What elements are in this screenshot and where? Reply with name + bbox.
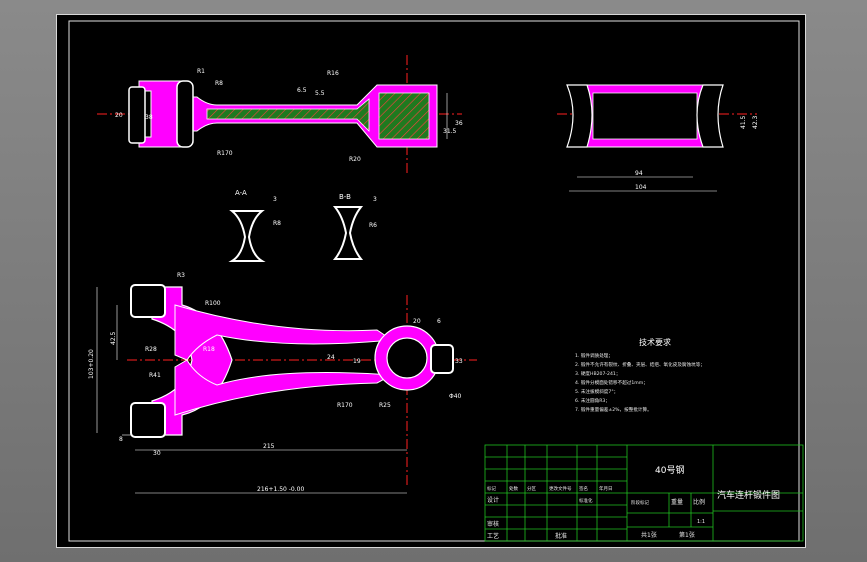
tb-design: 设计 bbox=[487, 496, 499, 504]
svg-text:104: 104 bbox=[635, 184, 647, 191]
svg-text:R1: R1 bbox=[197, 68, 205, 75]
tb-doc: 更改文件号 bbox=[549, 485, 572, 492]
svg-text:R170: R170 bbox=[217, 150, 233, 157]
dim-33: 33 bbox=[455, 358, 463, 365]
svg-text:3: 3 bbox=[373, 196, 377, 203]
section-a-label: A-A bbox=[235, 189, 247, 197]
svg-text:3: 3 bbox=[273, 196, 277, 203]
dim-19: 19 bbox=[353, 358, 361, 365]
tb-zone: 分区 bbox=[527, 485, 536, 492]
svg-text:20: 20 bbox=[115, 112, 123, 119]
svg-text:31.5: 31.5 bbox=[443, 128, 457, 135]
svg-text:6.5: 6.5 bbox=[297, 87, 307, 94]
dim-8: 8 bbox=[119, 436, 123, 443]
drawing-canvas: 6.5 5.5 R1 R8 R16 R20 R170 20 38 31.5 36… bbox=[68, 20, 804, 542]
dim-phi40: Φ40 bbox=[449, 393, 462, 400]
svg-text:38: 38 bbox=[145, 114, 153, 121]
dim-20b: 20 bbox=[413, 318, 421, 325]
svg-text:36: 36 bbox=[455, 120, 463, 127]
dim-30: 30 bbox=[153, 450, 161, 457]
tb-sheet-total: 共1张 bbox=[641, 531, 657, 539]
drawing-title: 汽车连杆锻件图 bbox=[717, 489, 780, 501]
side-view: 94 104 41.5 42.3 bbox=[557, 84, 759, 192]
dim-42-5: 42.5 bbox=[110, 331, 117, 345]
tb-weight: 重量 bbox=[671, 498, 683, 506]
dim-r100: R100 bbox=[205, 300, 221, 307]
dim-103: 103+0.20 bbox=[88, 349, 95, 379]
tech-line-5: 5. 未注拔模斜度7°； bbox=[575, 388, 618, 395]
top-view: 6.5 5.5 R1 R8 R16 R20 R170 20 38 31.5 36 bbox=[97, 55, 463, 175]
material-label: 40号钢 bbox=[655, 464, 684, 476]
tech-line-4: 4. 锻件分模面处错移不超过1mm； bbox=[575, 379, 648, 386]
tb-process: 工艺 bbox=[487, 532, 499, 540]
technical-requirements: 技术要求 1. 锻件调质处理； 2. 锻件不允许有裂纹、折叠、夹层、结疤、氧化皮… bbox=[575, 337, 705, 413]
dim-6: 6 bbox=[437, 318, 441, 325]
tech-title: 技术要求 bbox=[639, 337, 671, 347]
tb-sign: 签名 bbox=[579, 485, 588, 492]
tb-date: 年月日 bbox=[599, 485, 613, 492]
tb-standardize: 标准化 bbox=[579, 497, 593, 504]
dim-r25: R25 bbox=[379, 402, 391, 409]
section-b-label: B-B bbox=[339, 193, 351, 201]
svg-text:R8: R8 bbox=[273, 220, 281, 227]
tb-count: 处数 bbox=[509, 485, 518, 492]
dim-r3: R3 bbox=[177, 272, 185, 279]
tb-mark: 标记 bbox=[487, 485, 496, 492]
front-view: 103+0.20 42.5 215 216+1.50 -0.00 8 30 R3… bbox=[88, 272, 477, 494]
svg-text:R6: R6 bbox=[369, 222, 377, 229]
tech-line-2: 2. 锻件不允许有裂纹、折叠、夹层、结疤、氧化皮及腐蚀坑等； bbox=[575, 361, 705, 368]
tech-line-1: 1. 锻件调质处理； bbox=[575, 352, 613, 359]
tech-line-6: 6. 未注圆角R3； bbox=[575, 397, 610, 404]
dim-r18: R18 bbox=[203, 346, 215, 353]
tech-line-7: 7. 锻件重量偏差±2%，按整批计算。 bbox=[575, 406, 652, 413]
tb-scale-value: 1:1 bbox=[697, 519, 705, 525]
tb-review: 审核 bbox=[487, 520, 499, 528]
tb-stage: 阶段标记 bbox=[631, 499, 649, 506]
section-views: A-A B-B R8 R6 3 3 bbox=[228, 189, 377, 262]
drawing-sheet: 6.5 5.5 R1 R8 R16 R20 R170 20 38 31.5 36… bbox=[56, 14, 806, 548]
svg-text:5.5: 5.5 bbox=[315, 90, 325, 97]
svg-text:94: 94 bbox=[635, 170, 643, 177]
cad-window: 6.5 5.5 R1 R8 R16 R20 R170 20 38 31.5 36… bbox=[0, 0, 867, 562]
dim-r41: R41 bbox=[149, 372, 161, 379]
svg-text:R8: R8 bbox=[215, 80, 223, 87]
dim-r28: R28 bbox=[145, 346, 157, 353]
tb-scale: 比例 bbox=[693, 498, 705, 506]
tb-approve: 批准 bbox=[555, 532, 567, 540]
tb-sheet-no: 第1张 bbox=[679, 531, 695, 539]
dim-215: 215 bbox=[263, 443, 275, 450]
svg-text:R16: R16 bbox=[327, 70, 339, 77]
dim-216: 216+1.50 -0.00 bbox=[257, 486, 304, 493]
svg-text:R20: R20 bbox=[349, 156, 361, 163]
dim-24: 24 bbox=[327, 354, 335, 361]
svg-text:41.5: 41.5 bbox=[740, 115, 747, 129]
svg-text:42.3: 42.3 bbox=[752, 115, 759, 129]
dim-r170: R170 bbox=[337, 402, 353, 409]
tech-line-3: 3. 硬度HB207-241； bbox=[575, 370, 620, 377]
